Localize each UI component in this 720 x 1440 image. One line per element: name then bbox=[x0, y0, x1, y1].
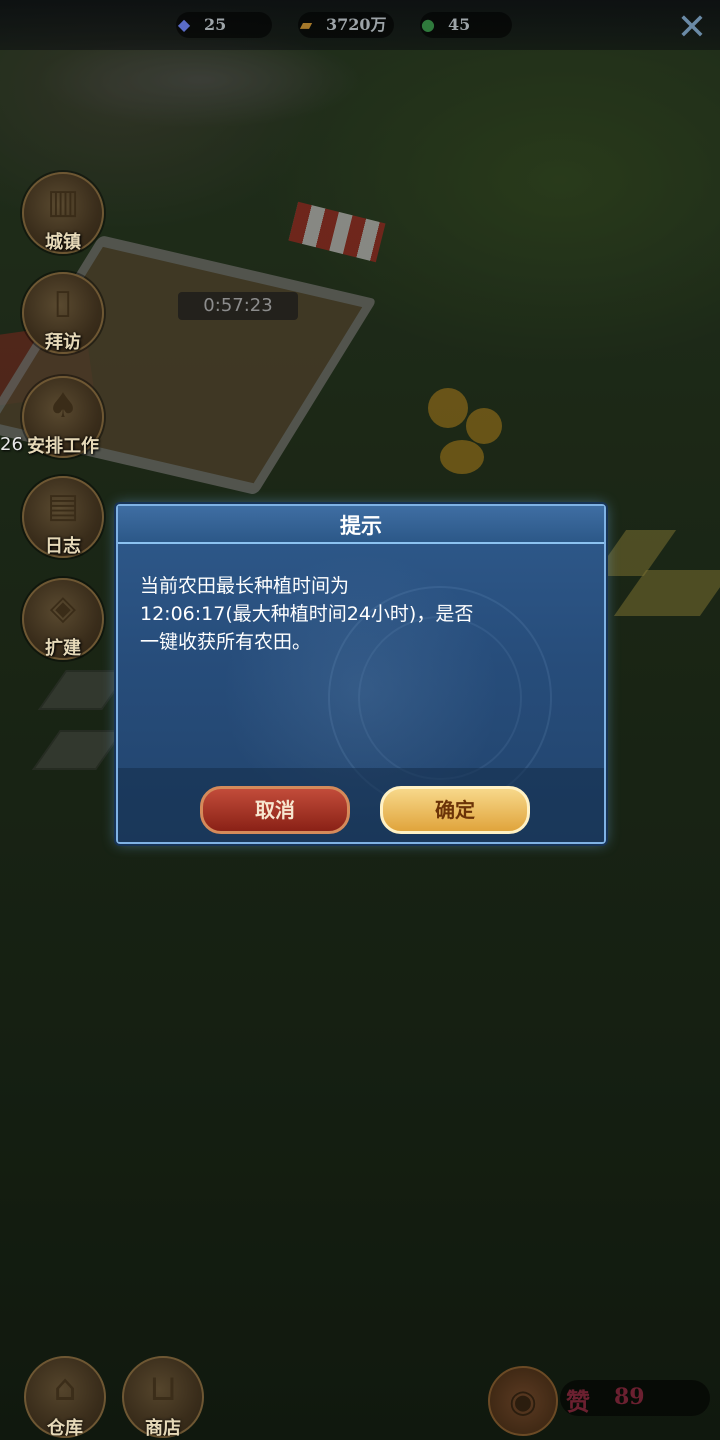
prompt-dialog: 提示 当前农田最长种植时间为 12:06:17(最大种植时间24小时)，是否 一… bbox=[116, 504, 606, 844]
exp-counter: ● 45 bbox=[420, 12, 512, 38]
dialog-message: 当前农田最长种植时间为 12:06:17(最大种植时间24小时)，是否 一键收获… bbox=[140, 572, 580, 656]
menu-visit-label: 拜访 bbox=[45, 332, 81, 353]
like-count: 89 bbox=[614, 1384, 645, 1410]
dialog-footer bbox=[118, 768, 604, 842]
dialog-header: 提示 bbox=[118, 506, 604, 544]
diamond-counter: ◆ 25 bbox=[176, 12, 272, 38]
gold-counter: ▰ 3720万 bbox=[298, 12, 394, 38]
shovel-icon: ♠ bbox=[47, 386, 79, 426]
menu-log-button[interactable]: ▤ 日志 bbox=[22, 476, 104, 558]
exp-gem-icon: ● bbox=[421, 15, 435, 34]
cart-icon: ⊔ bbox=[148, 1368, 178, 1409]
warehouse-icon: ⌂ bbox=[53, 1368, 77, 1409]
menu-work-label: 安排工作 bbox=[27, 436, 99, 457]
confirm-button[interactable]: 确定 bbox=[380, 786, 530, 834]
menu-work-button[interactable]: ♠ 安排工作 bbox=[22, 376, 104, 458]
camera-icon[interactable]: ◉ bbox=[488, 1366, 558, 1436]
shop-button[interactable]: ⊔ 商店 bbox=[122, 1356, 204, 1439]
dialog-message-line: 当前农田最长种植时间为 bbox=[140, 575, 350, 597]
diamond-value: 25 bbox=[204, 15, 227, 34]
menu-town-label: 城镇 bbox=[45, 232, 81, 253]
warehouse-button[interactable]: ⌂ 仓库 bbox=[24, 1356, 106, 1439]
warehouse-label: 仓库 bbox=[47, 1418, 83, 1439]
gold-value: 3720万 bbox=[326, 15, 387, 34]
menu-town-button[interactable]: ▥ 城镇 bbox=[22, 172, 104, 254]
town-hall-icon: ▥ bbox=[46, 182, 80, 222]
exp-value: 45 bbox=[448, 15, 471, 34]
clipboard-icon: ▤ bbox=[46, 486, 80, 526]
top-bar: ◆ 25 ▰ 3720万 ● 45 ✕ bbox=[0, 0, 720, 50]
menu-log-label: 日志 bbox=[45, 536, 81, 557]
menu-visit-button[interactable]: ▯ 拜访 bbox=[22, 272, 104, 354]
door-icon: ▯ bbox=[53, 282, 73, 322]
menu-expand-label: 扩建 bbox=[45, 638, 81, 659]
like-counter[interactable]: 赞 89 bbox=[560, 1380, 710, 1416]
close-icon[interactable]: ✕ bbox=[672, 8, 712, 48]
gold-bars-icon: ▰ bbox=[299, 15, 313, 34]
dialog-title: 提示 bbox=[340, 513, 382, 538]
dialog-message-line: 一键收获所有农田。 bbox=[140, 631, 312, 653]
shop-label: 商店 bbox=[145, 1418, 181, 1439]
diamond-icon: ◆ bbox=[177, 15, 191, 34]
like-label: 赞 bbox=[566, 1387, 590, 1416]
worker-count-badge: 26 bbox=[0, 434, 23, 455]
dialog-message-line: 12:06:17(最大种植时间24小时)，是否 bbox=[140, 603, 474, 625]
menu-expand-button[interactable]: ◈ 扩建 bbox=[22, 578, 104, 660]
expand-tiles-icon: ◈ bbox=[49, 588, 77, 628]
cancel-button[interactable]: 取消 bbox=[200, 786, 350, 834]
